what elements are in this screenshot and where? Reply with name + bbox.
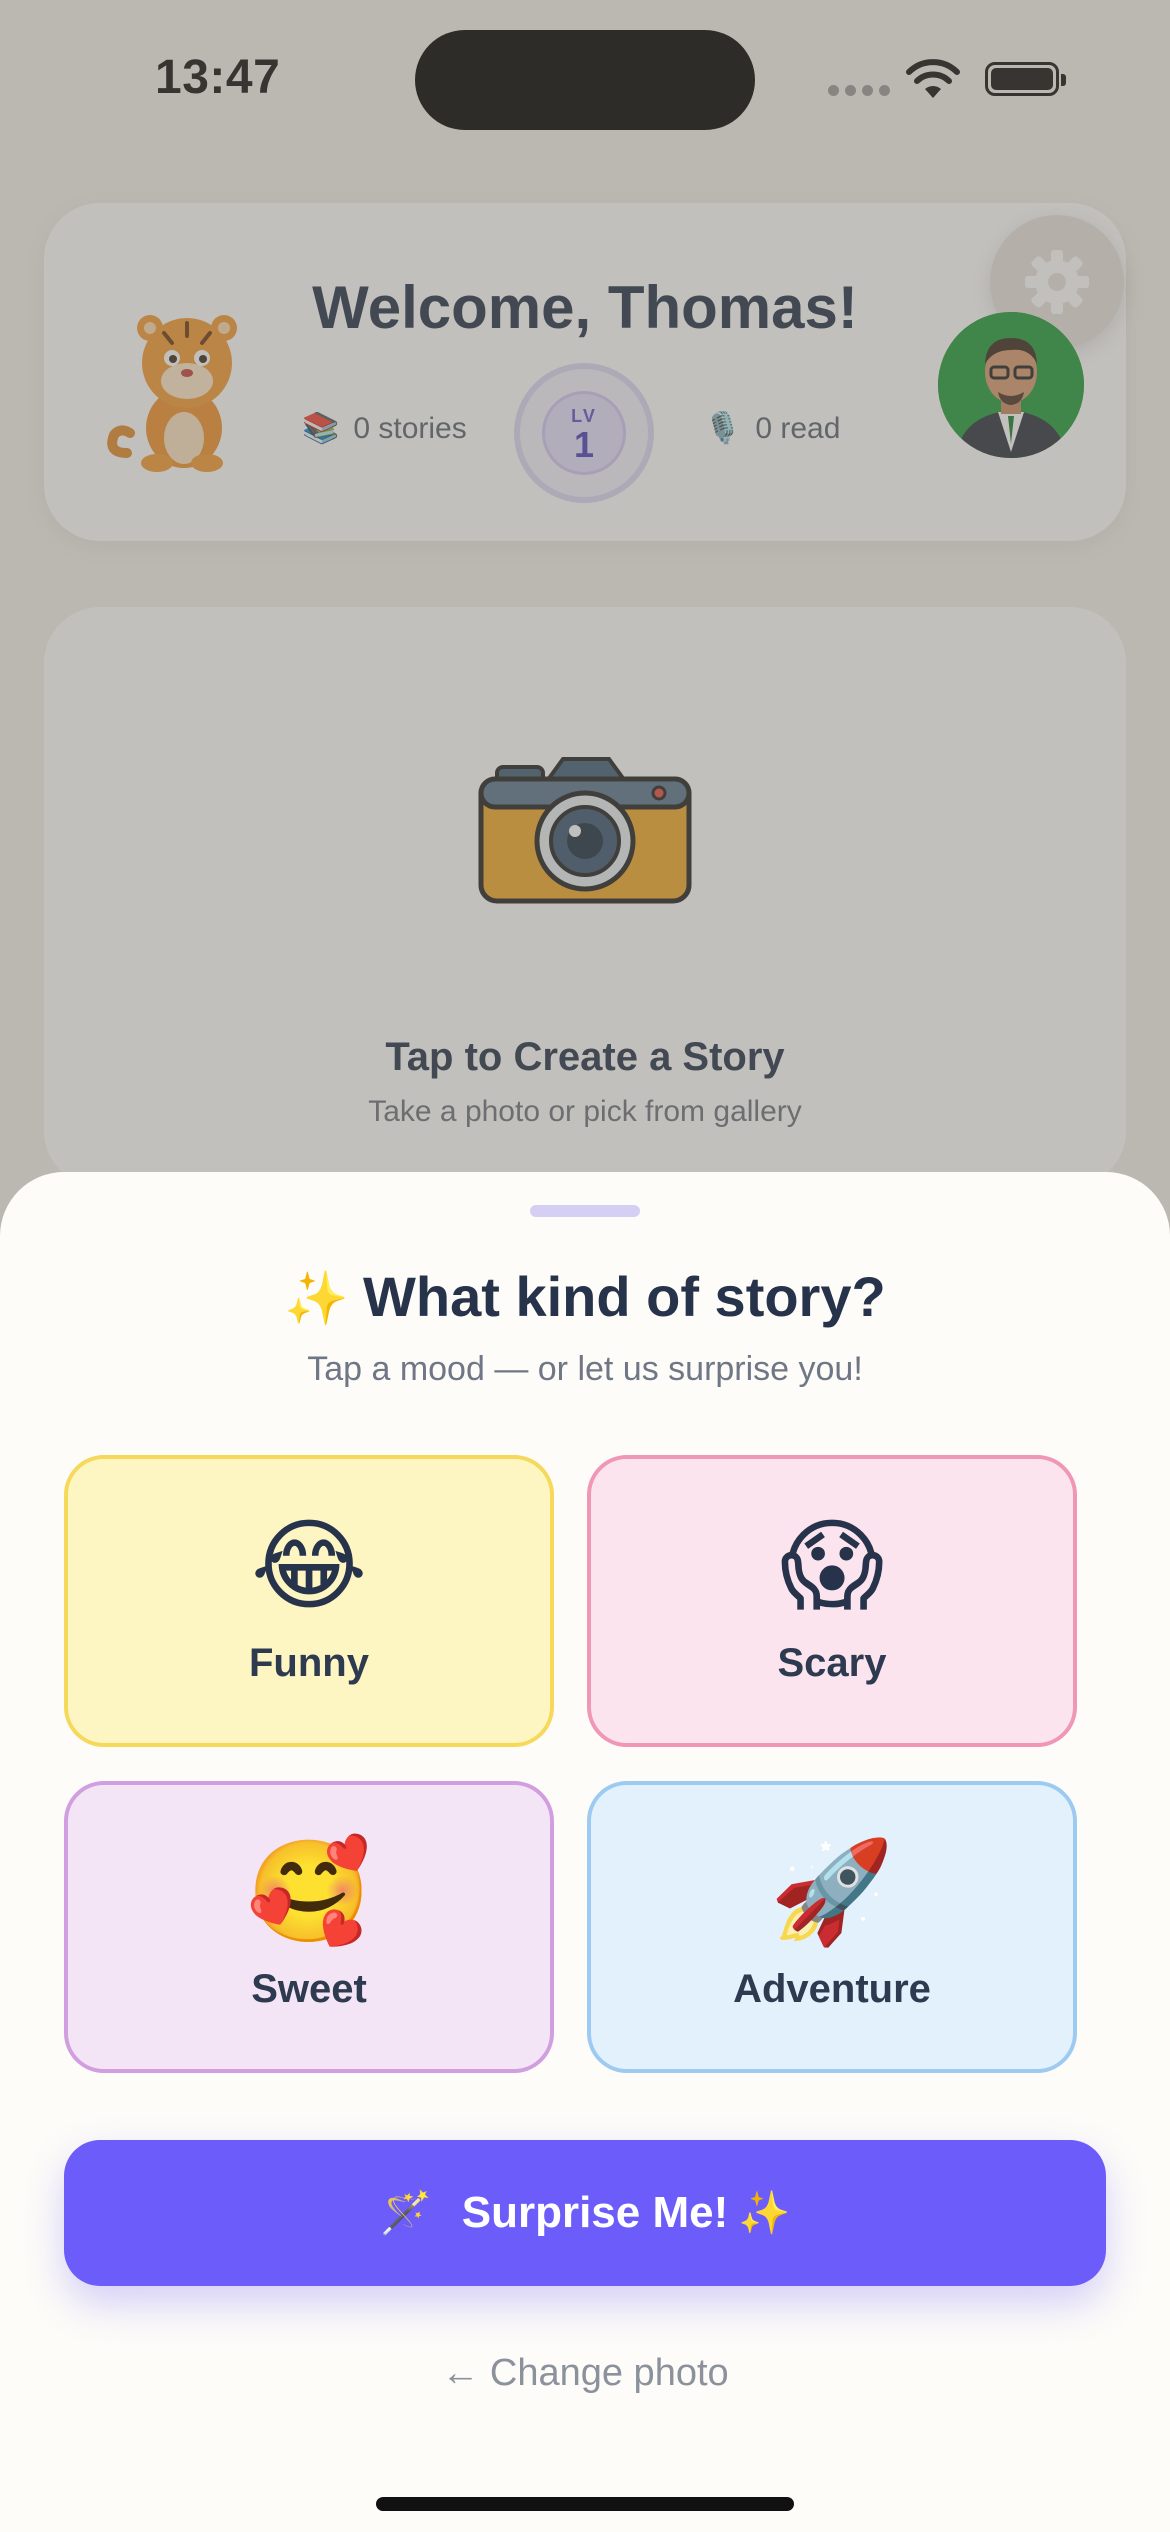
mood-adventure-button[interactable]: 🚀 Adventure <box>587 1781 1077 2073</box>
sparkles-icon: ✨ <box>738 2189 791 2236</box>
surprise-me-button[interactable]: 🪄 Surprise Me! ✨ <box>64 2140 1106 2286</box>
screaming-face-icon: 😱 <box>779 1510 885 1622</box>
mood-label: Sweet <box>251 1967 367 2011</box>
sparkles-icon: ✨ <box>284 1270 350 1328</box>
smiling-face-hearts-icon: 🥰 <box>246 1836 372 1948</box>
mood-label: Adventure <box>733 1967 931 2011</box>
magic-wand-icon: 🪄 <box>379 2189 432 2236</box>
mood-label: Scary <box>777 1641 887 1685</box>
surprise-me-label: Surprise Me! <box>461 2188 729 2237</box>
sheet-title: ✨ What kind of story? <box>0 1264 1170 1329</box>
mood-funny-button[interactable]: 😂 Funny <box>64 1455 554 1747</box>
rocket-icon: 🚀 <box>769 1836 895 1948</box>
story-mood-sheet: ✨ What kind of story? Tap a mood — or let… <box>0 1172 1170 2532</box>
sheet-subtitle: Tap a mood — or let us surprise you! <box>307 1350 863 1388</box>
sheet-drag-handle[interactable] <box>530 1205 640 1217</box>
sheet-title-text: What kind of story? <box>363 1265 886 1328</box>
laughing-face-icon: 😂 <box>250 1510 368 1622</box>
mood-scary-button[interactable]: 😱 Scary <box>587 1455 1077 1747</box>
change-photo-link[interactable]: ← Change photo <box>0 2352 1170 2395</box>
home-indicator[interactable] <box>376 2497 794 2511</box>
mood-sweet-button[interactable]: 🥰 Sweet <box>64 1781 554 2073</box>
mood-label: Funny <box>249 1641 369 1685</box>
